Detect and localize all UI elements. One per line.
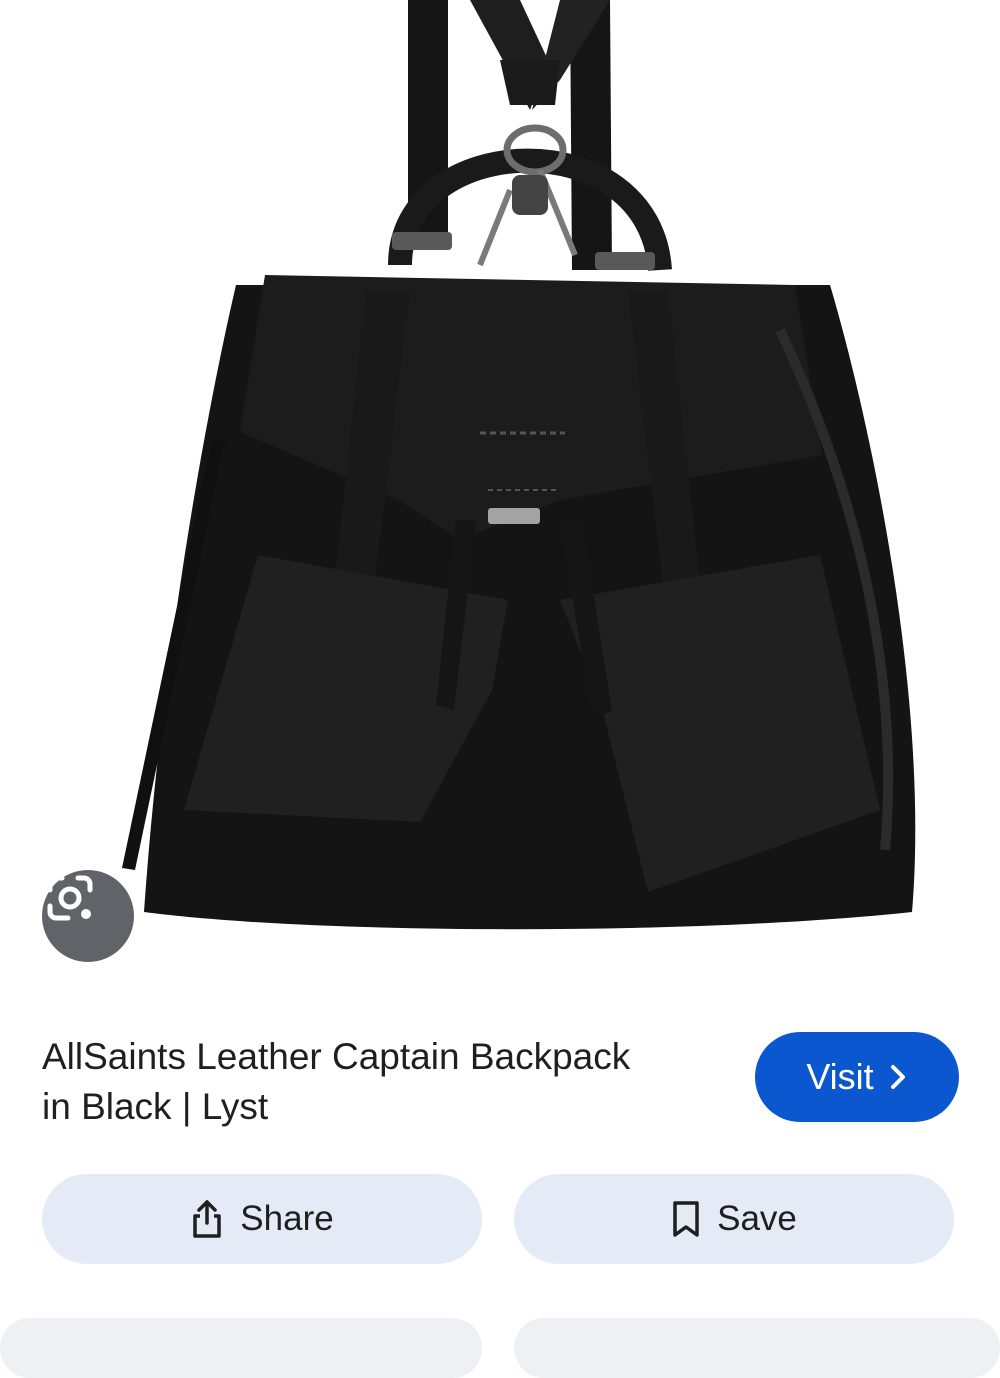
result-title: AllSaints Leather Captain Backpack in Bl…	[42, 1036, 631, 1127]
save-button-label: Save	[717, 1199, 797, 1238]
product-image[interactable]	[0, 0, 1000, 1000]
visit-button-label: Visit	[806, 1056, 874, 1097]
backpack-illustration	[122, 0, 916, 930]
share-icon	[193, 1200, 222, 1238]
save-button[interactable]: Save	[514, 1174, 954, 1264]
related-result-card[interactable]	[0, 1318, 482, 1378]
visit-button[interactable]: Visit	[755, 1032, 959, 1122]
google-lens-button[interactable]	[42, 870, 134, 962]
google-lens-icon	[47, 875, 93, 921]
bookmark-icon	[673, 1201, 699, 1237]
related-result-card[interactable]	[514, 1318, 1000, 1378]
share-button-label: Share	[240, 1199, 334, 1238]
share-button[interactable]: Share	[42, 1174, 482, 1264]
chevron-right-icon	[890, 1065, 905, 1089]
